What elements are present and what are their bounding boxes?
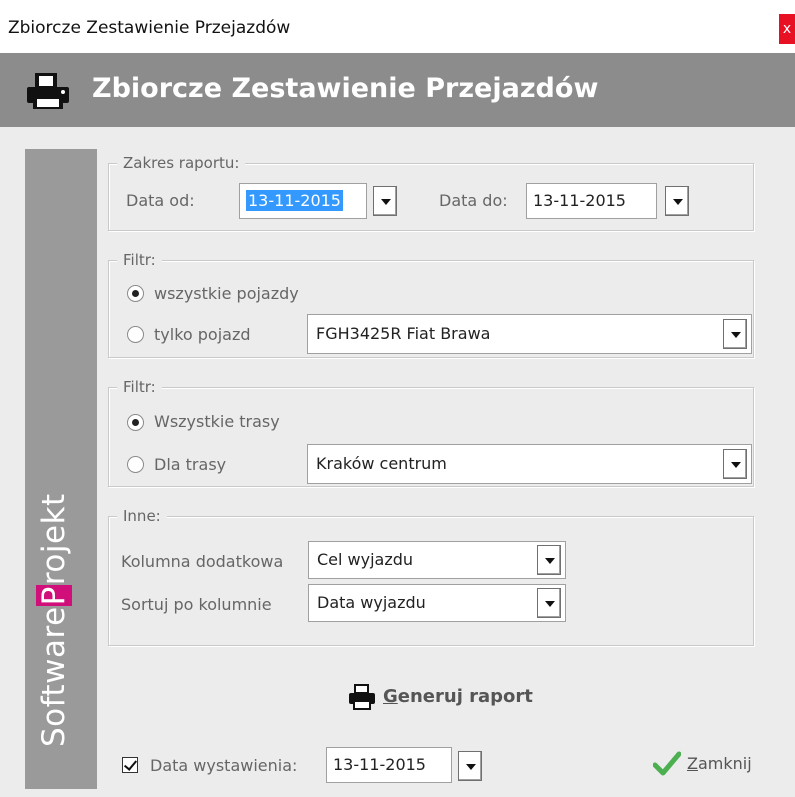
brand-logo: SoftwareProjekt — [36, 493, 72, 747]
date-to-value: 13-11-2015 — [533, 191, 626, 210]
radio-one-route[interactable] — [127, 456, 144, 473]
extra-column-select[interactable]: Cel wyjazdu — [308, 541, 566, 579]
radio-all-vehicles[interactable] — [127, 285, 144, 302]
brand-text-part: rojekt — [36, 493, 72, 586]
radio-only-vehicle-label[interactable]: tylko pojazd — [154, 325, 251, 344]
other-legend: Inne: — [117, 507, 167, 525]
close-label-rest: amknij — [697, 754, 752, 773]
date-to-label: Data do: — [439, 191, 508, 210]
date-to-input[interactable]: 13-11-2015 — [526, 183, 657, 219]
generate-label-rest: eneruj raport — [397, 686, 533, 707]
extra-column-dropdown-button[interactable] — [537, 545, 561, 575]
issue-date-input[interactable]: 13-11-2015 — [326, 747, 452, 783]
generate-report-label: Generuj raport — [383, 686, 533, 707]
range-legend: Zakres raportu: — [117, 154, 246, 172]
checkmark-icon — [653, 751, 681, 776]
header-title: Zbiorcze Zestawienie Przejazdów — [92, 73, 599, 104]
window-close-button[interactable]: x — [779, 14, 795, 44]
range-group: Zakres raportu: — [108, 154, 754, 231]
vehicle-dropdown-button[interactable] — [723, 319, 747, 349]
window-title: Zbiorcze Zestawienie Przejazdów — [8, 18, 291, 38]
route-select[interactable]: Kraków centrum — [307, 444, 752, 484]
date-from-label: Data od: — [126, 191, 195, 210]
radio-all-routes[interactable] — [127, 414, 144, 431]
issue-date-value: 13-11-2015 — [333, 755, 426, 774]
brand-text-part: Software — [36, 606, 72, 747]
other-group: Inne: — [108, 507, 754, 646]
close-button-label: Zamknij — [687, 754, 752, 773]
route-filter-legend: Filtr: — [117, 378, 162, 396]
date-from-dropdown-button[interactable] — [373, 186, 397, 216]
issue-date-dropdown-button[interactable] — [458, 751, 482, 781]
dialog-header: Zbiorcze Zestawienie Przejazdów — [0, 53, 795, 127]
printer-icon — [349, 684, 375, 710]
dialog-body: SoftwareProjekt Zakres raportu: Data od:… — [0, 127, 795, 797]
issue-date-label: Data wystawienia: — [150, 756, 298, 775]
route-dropdown-button[interactable] — [723, 449, 747, 479]
radio-all-vehicles-label[interactable]: wszystkie pojazdy — [154, 284, 299, 303]
date-from-value: 13-11-2015 — [246, 190, 343, 211]
vehicle-select[interactable]: FGH3425R Fiat Brawa — [307, 314, 752, 354]
close-mnemonic: Z — [687, 754, 698, 773]
radio-only-vehicle[interactable] — [127, 326, 144, 343]
vehicle-filter-legend: Filtr: — [117, 251, 162, 269]
sort-column-select[interactable]: Data wyjazdu — [308, 584, 566, 622]
issue-date-checkbox[interactable] — [122, 757, 138, 773]
generate-mnemonic: G — [383, 686, 398, 707]
window-titlebar: Zbiorcze Zestawienie Przejazdów x — [0, 0, 795, 53]
printer-icon — [27, 73, 69, 109]
radio-one-route-label[interactable]: Dla trasy — [154, 455, 226, 474]
date-from-input[interactable]: 13-11-2015 — [239, 183, 367, 219]
brand-text-highlight: P — [36, 585, 72, 607]
radio-all-routes-label[interactable]: Wszystkie trasy — [154, 412, 280, 431]
date-to-dropdown-button[interactable] — [665, 186, 689, 216]
sort-column-label: Sortuj po kolumnie — [121, 595, 272, 614]
extra-column-label: Kolumna dodatkowa — [121, 552, 284, 571]
sort-column-dropdown-button[interactable] — [537, 588, 561, 618]
